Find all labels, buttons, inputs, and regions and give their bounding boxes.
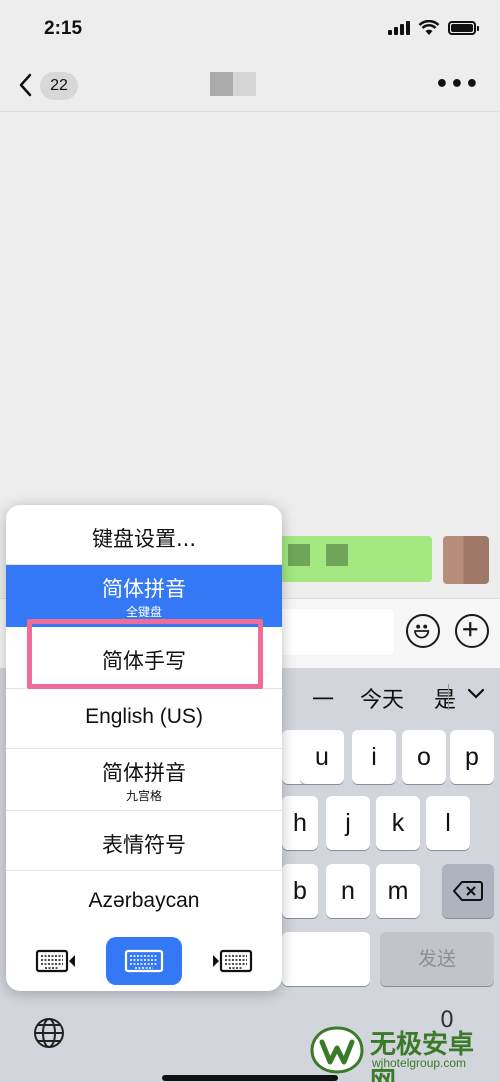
annotation-highlight-box [27, 619, 263, 689]
candidate-word[interactable]: 是 [434, 682, 456, 714]
chat-nav-bar: 22 ••• [0, 60, 500, 112]
option-label: English (US) [85, 705, 203, 728]
option-label: 简体拼音 [102, 577, 186, 601]
keyboard-key[interactable]: n [326, 864, 370, 918]
keyboard-key[interactable]: l [426, 796, 470, 850]
candidate-word[interactable]: 一 [312, 682, 334, 714]
status-icons [388, 20, 479, 36]
sent-message-bubble-redacted[interactable] [270, 536, 432, 582]
keyboard-key[interactable]: i [352, 730, 396, 784]
option-label: 简体拼音 [102, 761, 186, 785]
emoji-icon[interactable] [406, 614, 440, 648]
right-keyboard-icon [213, 949, 253, 973]
option-sublabel: 九宫格 [125, 789, 162, 803]
option-label: 键盘设置... [91, 527, 197, 551]
backspace-icon [452, 881, 483, 901]
space-key[interactable] [282, 932, 370, 986]
battery-icon [448, 21, 479, 35]
message-text-field[interactable] [270, 609, 394, 655]
status-time: 2:15 [44, 18, 83, 39]
keyboard-key[interactable]: u [300, 730, 344, 784]
chevron-down-icon[interactable] [466, 684, 486, 704]
watermark-logo-icon [310, 1026, 364, 1074]
keyboard-key[interactable]: p [450, 730, 494, 784]
left-handed-keyboard-button[interactable] [30, 937, 82, 985]
keyboard-key[interactable]: k [376, 796, 420, 850]
watermark: 无极安卓网 wjhotelgroup.com [310, 1020, 496, 1082]
keyboard-key[interactable]: b [282, 864, 318, 918]
keyboard-key[interactable]: h [282, 796, 318, 850]
keyboard-key[interactable]: o [402, 730, 446, 784]
watermark-name: 无极安卓网 [370, 1030, 475, 1082]
keyboard-key[interactable]: j [326, 796, 370, 850]
plus-icon[interactable] [455, 614, 489, 648]
left-keyboard-icon [35, 949, 75, 973]
keyboard-key[interactable]: m [376, 864, 420, 918]
option-label: 表情符号 [102, 833, 186, 857]
switcher-option-emoji[interactable]: 表情符号 [6, 811, 282, 871]
backspace-key[interactable] [442, 864, 494, 918]
keyboard-layout-selector [6, 933, 282, 991]
candidate-divider [448, 684, 449, 710]
chat-title-redacted [210, 72, 256, 96]
switcher-option-pinyin-qwerty[interactable]: 简体拼音 全键盘 [6, 565, 282, 627]
cellular-signal-icon [388, 21, 410, 35]
send-button[interactable]: 发送 [380, 932, 494, 986]
keyboard-switcher-menu: 键盘设置... 简体拼音 全键盘 简体手写 English (US) 简体拼音 … [6, 505, 282, 991]
right-handed-keyboard-button[interactable] [206, 937, 258, 985]
globe-icon[interactable] [32, 1016, 66, 1050]
unread-count-badge[interactable]: 22 [40, 72, 78, 100]
candidate-word[interactable]: 今天 [360, 682, 404, 714]
switcher-option-keyboard-settings[interactable]: 键盘设置... [6, 505, 282, 565]
switcher-option-azerbaijani[interactable]: Azərbaycan [6, 871, 282, 933]
more-options-icon[interactable]: ••• [435, 72, 480, 97]
switcher-option-pinyin-9key[interactable]: 简体拼音 九宫格 [6, 749, 282, 811]
full-keyboard-icon [124, 949, 164, 973]
full-width-keyboard-button[interactable] [106, 937, 182, 985]
watermark-url: wjhotelgroup.com [372, 1056, 467, 1070]
back-chevron-icon[interactable] [14, 70, 38, 100]
status-bar: 2:15 [0, 0, 500, 60]
avatar[interactable] [443, 536, 489, 584]
option-label: Azərbaycan [88, 889, 200, 912]
option-sublabel: 全键盘 [125, 605, 162, 619]
wifi-icon [418, 20, 440, 35]
switcher-option-english-us[interactable]: English (US) [6, 689, 282, 749]
